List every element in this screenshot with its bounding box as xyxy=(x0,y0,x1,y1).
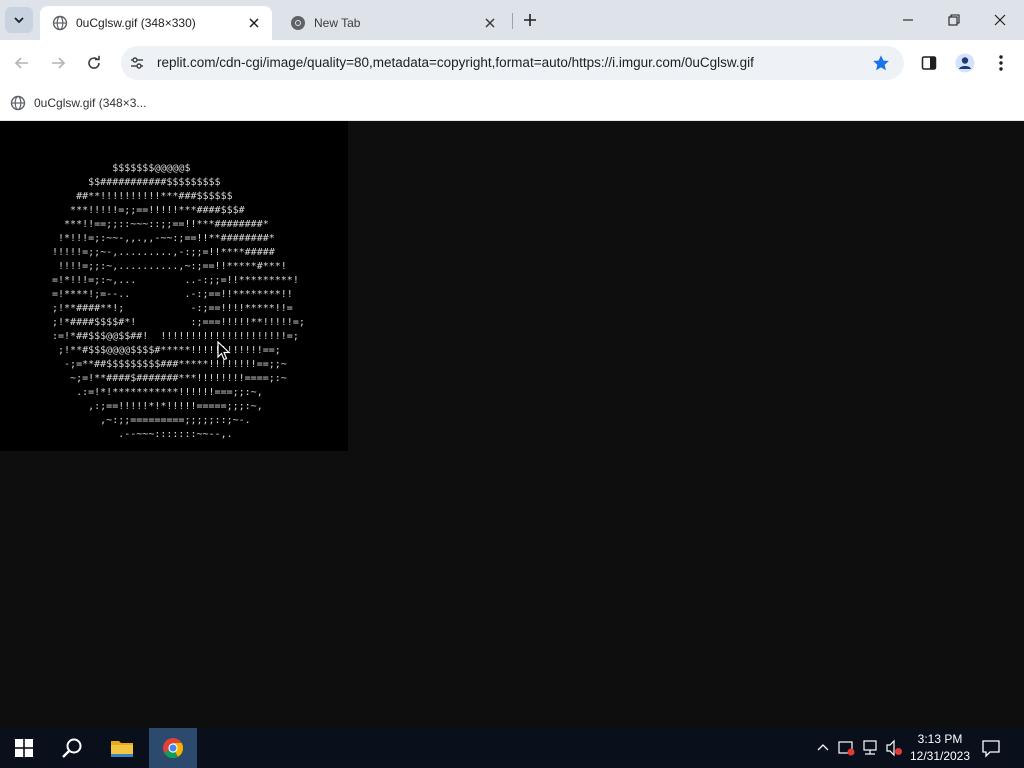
tray-overflow-button[interactable] xyxy=(814,739,832,757)
clock-time: 3:13 PM xyxy=(917,732,963,746)
mouse-cursor-icon xyxy=(217,341,231,361)
taskbar-clock[interactable]: 3:13 PM 12/31/2023 xyxy=(904,731,976,765)
address-bar[interactable]: replit.com/cdn-cgi/image/quality=80,meta… xyxy=(121,46,904,80)
device-warning-icon xyxy=(838,741,855,756)
start-icon xyxy=(15,739,33,757)
clock-date: 12/31/2023 xyxy=(909,749,971,763)
bookmark-label: 0uCglsw.gif (348×3... xyxy=(34,96,147,110)
tray-volume-button[interactable] xyxy=(885,739,903,757)
windows-taskbar: 3:13 PM 12/31/2023 xyxy=(0,728,1024,768)
tune-icon xyxy=(131,57,143,69)
url-text: replit.com/cdn-cgi/image/quality=80,meta… xyxy=(157,55,754,70)
tab-new-tab[interactable]: New Tab xyxy=(278,6,508,40)
arrow-right-icon xyxy=(52,57,66,69)
chrome-icon xyxy=(163,738,184,759)
search-icon xyxy=(62,738,82,758)
tab-title: New Tab xyxy=(314,16,361,30)
back-button[interactable] xyxy=(10,51,34,75)
arrow-left-icon xyxy=(14,57,28,69)
chrome-icon xyxy=(291,16,305,30)
notification-icon[interactable] xyxy=(981,738,1001,758)
minimize-button[interactable] xyxy=(885,0,931,40)
bookmarks-bar: 0uCglsw.gif (348×3... xyxy=(0,86,1024,121)
tray-network-button[interactable] xyxy=(861,739,879,757)
menu-button[interactable] xyxy=(990,52,1012,74)
reload-button[interactable] xyxy=(82,51,106,75)
reload-icon xyxy=(88,55,100,69)
minimize-icon xyxy=(903,19,913,21)
globe-icon xyxy=(10,95,26,111)
side-panel-icon xyxy=(921,56,937,70)
plus-icon xyxy=(524,14,536,26)
close-icon xyxy=(485,18,495,28)
gif-image[interactable]: $$$$$$$@@@@@$ $$###########$$$$$$$$$ ##*… xyxy=(0,121,348,451)
chevron-up-icon xyxy=(817,744,829,751)
network-icon xyxy=(863,740,877,755)
ascii-art: $$$$$$$@@@@@$ $$###########$$$$$$$$$ ##*… xyxy=(52,163,305,440)
kebab-menu-icon xyxy=(999,55,1003,71)
close-icon xyxy=(994,14,1006,26)
tab-close-button[interactable] xyxy=(482,15,498,31)
tab-divider xyxy=(512,13,513,29)
new-tab-button[interactable] xyxy=(519,9,541,31)
page-viewport: $$$$$$$@@@@@$ $$###########$$$$$$$$$ ##*… xyxy=(0,121,1024,728)
side-panel-button[interactable] xyxy=(918,52,940,74)
globe-icon xyxy=(52,15,68,31)
forward-button[interactable] xyxy=(46,51,70,75)
browser-toolbar: replit.com/cdn-cgi/image/quality=80,meta… xyxy=(0,40,1024,86)
taskbar-search-button[interactable] xyxy=(48,728,96,768)
file-explorer-icon xyxy=(111,741,133,757)
bookmark-item[interactable]: 0uCglsw.gif (348×3... xyxy=(10,92,146,114)
chevron-down-icon xyxy=(14,17,24,24)
chrome-taskbar-button[interactable] xyxy=(149,728,197,768)
profile-button[interactable] xyxy=(954,52,976,74)
close-icon xyxy=(249,18,259,28)
restore-icon xyxy=(948,14,960,26)
file-explorer-button[interactable] xyxy=(98,728,146,768)
start-button[interactable] xyxy=(0,728,48,768)
star-filled-icon[interactable] xyxy=(872,54,890,72)
tab-title: 0uCglsw.gif (348×330) xyxy=(76,16,196,30)
close-window-button[interactable] xyxy=(977,0,1023,40)
tab-search-button[interactable] xyxy=(5,7,33,33)
volume-muted-icon xyxy=(886,739,902,757)
tray-defender-button[interactable] xyxy=(837,739,855,757)
tab-close-button[interactable] xyxy=(246,15,262,31)
tab-strip: 0uCglsw.gif (348×330) New Tab xyxy=(0,0,1024,40)
avatar-icon xyxy=(955,53,975,73)
tab-active[interactable]: 0uCglsw.gif (348×330) xyxy=(40,6,272,40)
site-info-button[interactable] xyxy=(128,54,146,72)
restore-button[interactable] xyxy=(931,0,977,40)
